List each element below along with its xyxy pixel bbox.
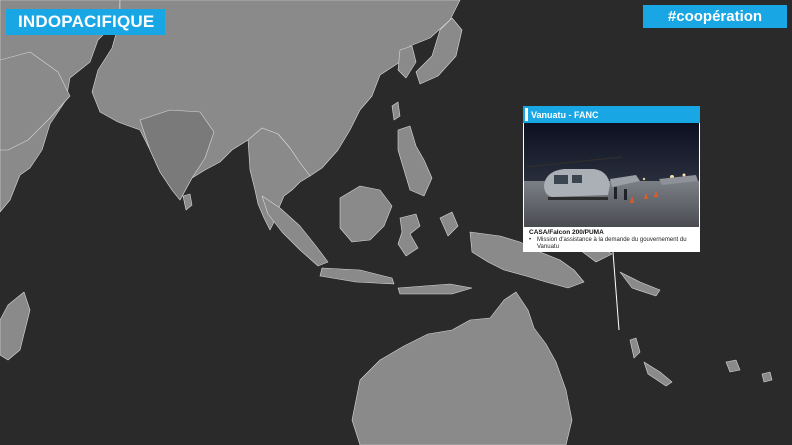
mission-card-title: Vanuatu - FANC [531, 109, 599, 120]
mission-card[interactable]: Vanuatu - FANC CASA/Falcon 200/PUMA • Mi… [523, 106, 700, 252]
helicopter-on-tarmac-photo [524, 123, 699, 227]
aircraft-list: CASA/Falcon 200/PUMA [529, 229, 604, 236]
mission-card-header: Vanuatu - FANC [523, 106, 700, 123]
hashtag-label: #coopération [667, 8, 763, 25]
mission-bullet: • Mission d'assistance à la demande du g… [529, 237, 694, 251]
mission-description: Mission d'assistance à la demande du gou… [537, 237, 687, 250]
region-title-banner: INDOPACIFIQUE [6, 9, 165, 35]
bullet-dot: • [529, 237, 532, 243]
region-title: INDOPACIFIQUE [18, 12, 155, 31]
hashtag-banner: #coopération [643, 5, 787, 28]
